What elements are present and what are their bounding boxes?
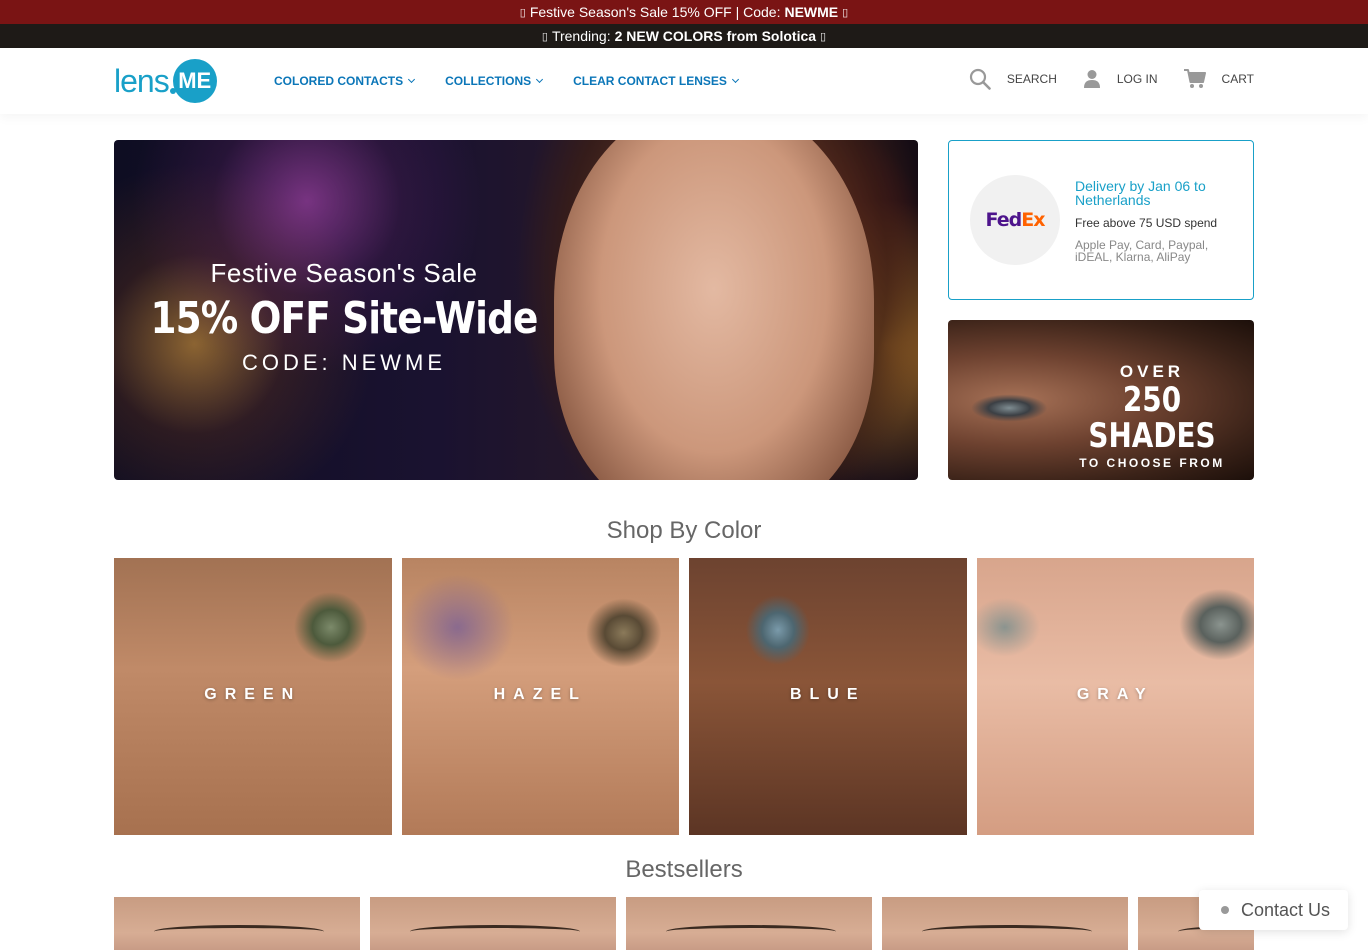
nav-collections[interactable]: COLLECTIONS: [445, 74, 544, 88]
announcement-code: NEWME: [784, 4, 839, 20]
product-card[interactable]: [114, 897, 360, 950]
announcement-text: Festive Season's Sale 15% OFF | Code:: [529, 4, 781, 20]
status-dot-icon: [1221, 906, 1229, 914]
search-button[interactable]: SEARCH: [969, 68, 1057, 90]
header-utilities: SEARCH LOG IN CART: [969, 68, 1254, 90]
hero-subtitle: Festive Season's Sale: [210, 258, 478, 288]
logo[interactable]: lens ME: [114, 59, 217, 103]
trending-icon: ▯: [541, 30, 548, 43]
search-label: SEARCH: [1006, 72, 1057, 86]
nav-label: COLLECTIONS: [445, 74, 532, 88]
product-card[interactable]: [370, 897, 616, 950]
bestsellers-row: [114, 897, 1254, 950]
delivery-date: Delivery by Jan 06 to Netherlands: [1075, 178, 1206, 208]
product-card[interactable]: [882, 897, 1128, 950]
logo-text: lens: [114, 63, 170, 99]
color-label: GRAY: [1076, 686, 1154, 703]
logo-dot: [169, 88, 176, 94]
color-label: HAZEL: [493, 686, 587, 703]
hero-text: Festive Season's Sale 15% OFF Site-Wide …: [114, 258, 574, 376]
contact-label: Contact Us: [1241, 899, 1331, 920]
main-nav: COLORED CONTACTS COLLECTIONS CLEAR CONTA…: [274, 74, 739, 88]
color-card-blue[interactable]: BLUE: [689, 558, 967, 835]
site-header: lens ME COLORED CONTACTS COLLECTIONS CLE…: [0, 48, 1368, 114]
cart-icon: [1183, 69, 1206, 88]
fedex-logo: Fed Ex: [970, 175, 1060, 265]
shades-banner[interactable]: OVER 250 SHADES TO CHOOSE FROM: [948, 320, 1254, 480]
shades-text: OVER 250 SHADES TO CHOOSE FROM: [1072, 362, 1232, 470]
trending-bar[interactable]: ▯ Trending: 2 NEW COLORS from Solotica ▯: [0, 24, 1368, 48]
chevron-down-icon: [731, 75, 739, 84]
hero-headline: 15% OFF Site-Wide: [150, 293, 538, 344]
product-card[interactable]: [626, 897, 872, 950]
color-card-hazel[interactable]: HAZEL: [401, 558, 679, 835]
delivery-info-card: Fed Ex Delivery by Jan 06 to Netherlands …: [948, 140, 1254, 300]
cart-button[interactable]: CART: [1183, 69, 1254, 89]
hero-model-image: [554, 140, 874, 480]
login-button[interactable]: LOG IN: [1083, 69, 1158, 89]
trending-label: Trending:: [551, 28, 611, 44]
shades-over: OVER: [1119, 362, 1185, 381]
hero-banner[interactable]: Festive Season's Sale 15% OFF Site-Wide …: [114, 140, 918, 480]
gift-icon: ▯: [519, 6, 526, 19]
color-card-gray[interactable]: GRAY: [976, 558, 1254, 835]
shop-by-color-title: Shop By Color: [606, 517, 762, 544]
cart-label: CART: [1221, 72, 1254, 86]
free-shipping-note: Free above 75 USD spend: [1075, 216, 1218, 230]
color-grid: GREEN HAZEL BLUE GRAY: [114, 558, 1254, 835]
nav-label: COLORED CONTACTS: [274, 74, 404, 88]
nav-clear-contact-lenses[interactable]: CLEAR CONTACT LENSES: [573, 74, 739, 88]
nav-colored-contacts[interactable]: COLORED CONTACTS: [274, 74, 416, 88]
trending-text: 2 NEW COLORS from Solotica: [614, 28, 817, 44]
user-icon: [1083, 70, 1100, 88]
color-label: BLUE: [789, 686, 866, 703]
chevron-down-icon: [536, 75, 544, 84]
hero-code: CODE: NEWME: [241, 350, 447, 375]
search-icon: [969, 68, 991, 90]
trending-icon-right: ▯: [820, 30, 827, 43]
fedex-logo-ex: Ex: [1021, 209, 1045, 231]
fedex-logo-fed: Fed: [985, 209, 1023, 231]
gift-icon-right: ▯: [842, 6, 849, 19]
contact-us-button[interactable]: Contact Us: [1199, 890, 1348, 930]
login-label: LOG IN: [1116, 72, 1158, 86]
shades-tagline: TO CHOOSE FROM: [1079, 456, 1225, 470]
color-label: GREEN: [204, 686, 302, 703]
announcement-bar[interactable]: ▯ Festive Season's Sale 15% OFF | Code: …: [0, 0, 1368, 24]
color-card-green[interactable]: GREEN: [114, 558, 392, 835]
logo-me-badge: ME: [172, 59, 217, 103]
chevron-down-icon: [408, 75, 416, 84]
shades-count: 250 SHADES: [1088, 380, 1216, 456]
payment-methods: Apple Pay, Card, Paypal, iDEAL, Klarna, …: [1075, 238, 1209, 264]
nav-label: CLEAR CONTACT LENSES: [573, 74, 727, 88]
bestsellers-title: Bestsellers: [625, 856, 743, 883]
